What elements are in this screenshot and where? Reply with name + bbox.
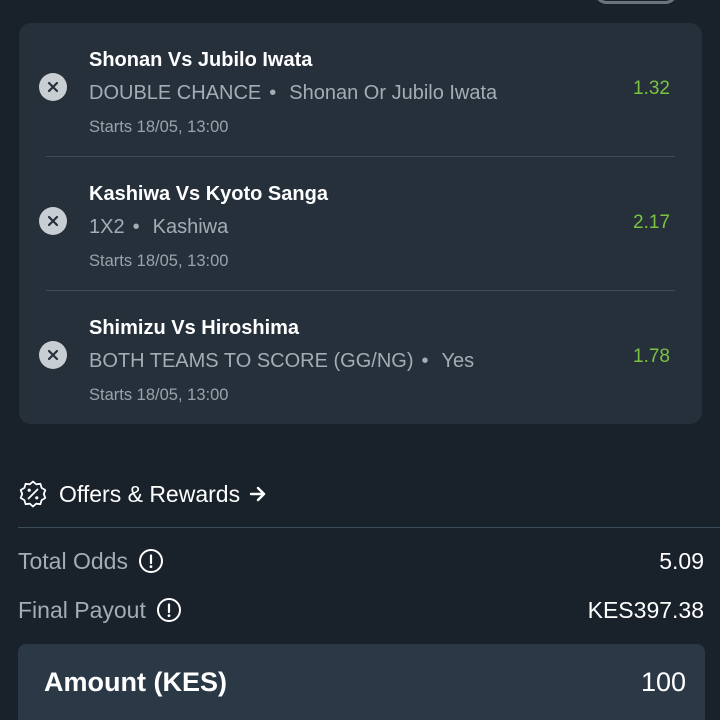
match-title: Shimizu Vs Hiroshima bbox=[89, 317, 300, 339]
selection-name: Shonan Or Jubilo Iwata bbox=[289, 82, 498, 104]
amount-label: Amount (KES) bbox=[44, 666, 227, 697]
bet-item: Kashiwa Vs Kyoto Sanga 1X2 • Kashiwa Start… bbox=[19, 157, 702, 291]
top-toggle-pill[interactable] bbox=[594, 0, 678, 4]
arrow-right-icon bbox=[249, 486, 266, 502]
separator-dot: • bbox=[269, 82, 277, 104]
amount-input[interactable]: Amount (KES) 100 bbox=[18, 644, 705, 720]
total-odds-row: Total Odds 5.09 bbox=[18, 546, 704, 576]
selection-name: Kashiwa bbox=[152, 216, 229, 238]
market-line: 1X2 • Kashiwa bbox=[89, 216, 228, 239]
market-line: BOTH TEAMS TO SCORE (GG/NG) • Yes bbox=[89, 350, 474, 373]
amount-value[interactable]: 100 bbox=[641, 667, 686, 698]
info-icon[interactable] bbox=[138, 548, 164, 574]
start-time: Starts 18/05, 13:00 bbox=[89, 252, 229, 270]
betslip-screen: Shonan Vs Jubilo Iwata DOUBLE CHANCE • Sho… bbox=[0, 0, 720, 720]
market-name: BOTH TEAMS TO SCORE (GG/NG) bbox=[89, 350, 414, 372]
offers-label: Offers & Rewards bbox=[59, 480, 241, 507]
start-time: Starts 18/05, 13:00 bbox=[89, 386, 229, 404]
bet-slip-card: Shonan Vs Jubilo Iwata DOUBLE CHANCE • Sho… bbox=[19, 23, 702, 424]
market-name: DOUBLE CHANCE bbox=[89, 82, 262, 104]
remove-bet-button[interactable] bbox=[39, 341, 67, 369]
market-name: 1X2 bbox=[89, 216, 125, 238]
market-line: DOUBLE CHANCE • Shonan Or Jubilo Iwata bbox=[89, 82, 497, 105]
percent-badge-icon bbox=[19, 480, 47, 508]
total-odds-value: 5.09 bbox=[659, 547, 704, 574]
separator-dot: • bbox=[132, 216, 140, 238]
close-icon bbox=[47, 349, 59, 361]
remove-bet-button[interactable] bbox=[39, 207, 67, 235]
odds-value: 1.78 bbox=[633, 346, 670, 367]
match-title: Kashiwa Vs Kyoto Sanga bbox=[89, 183, 328, 205]
odds-value: 2.17 bbox=[633, 212, 670, 233]
bet-item: Shonan Vs Jubilo Iwata DOUBLE CHANCE • Sho… bbox=[19, 23, 702, 157]
odds-value: 1.32 bbox=[633, 78, 670, 99]
final-payout-label: Final Payout bbox=[18, 596, 146, 623]
final-payout-row: Final Payout KES397.38 bbox=[18, 595, 704, 625]
start-time: Starts 18/05, 13:00 bbox=[89, 118, 229, 136]
offers-rewards-link[interactable]: Offers & Rewards bbox=[18, 479, 267, 509]
total-odds-label: Total Odds bbox=[18, 547, 128, 574]
remove-bet-button[interactable] bbox=[39, 73, 67, 101]
close-icon bbox=[47, 81, 59, 93]
selection-name: Yes bbox=[441, 350, 475, 372]
final-payout-value: KES397.38 bbox=[587, 596, 704, 623]
match-title: Shonan Vs Jubilo Iwata bbox=[89, 49, 313, 71]
divider bbox=[18, 527, 720, 528]
bet-item: Shimizu Vs Hiroshima BOTH TEAMS TO SCORE… bbox=[19, 291, 702, 425]
close-icon bbox=[47, 215, 59, 227]
info-icon[interactable] bbox=[156, 597, 182, 623]
separator-dot: • bbox=[421, 350, 429, 372]
